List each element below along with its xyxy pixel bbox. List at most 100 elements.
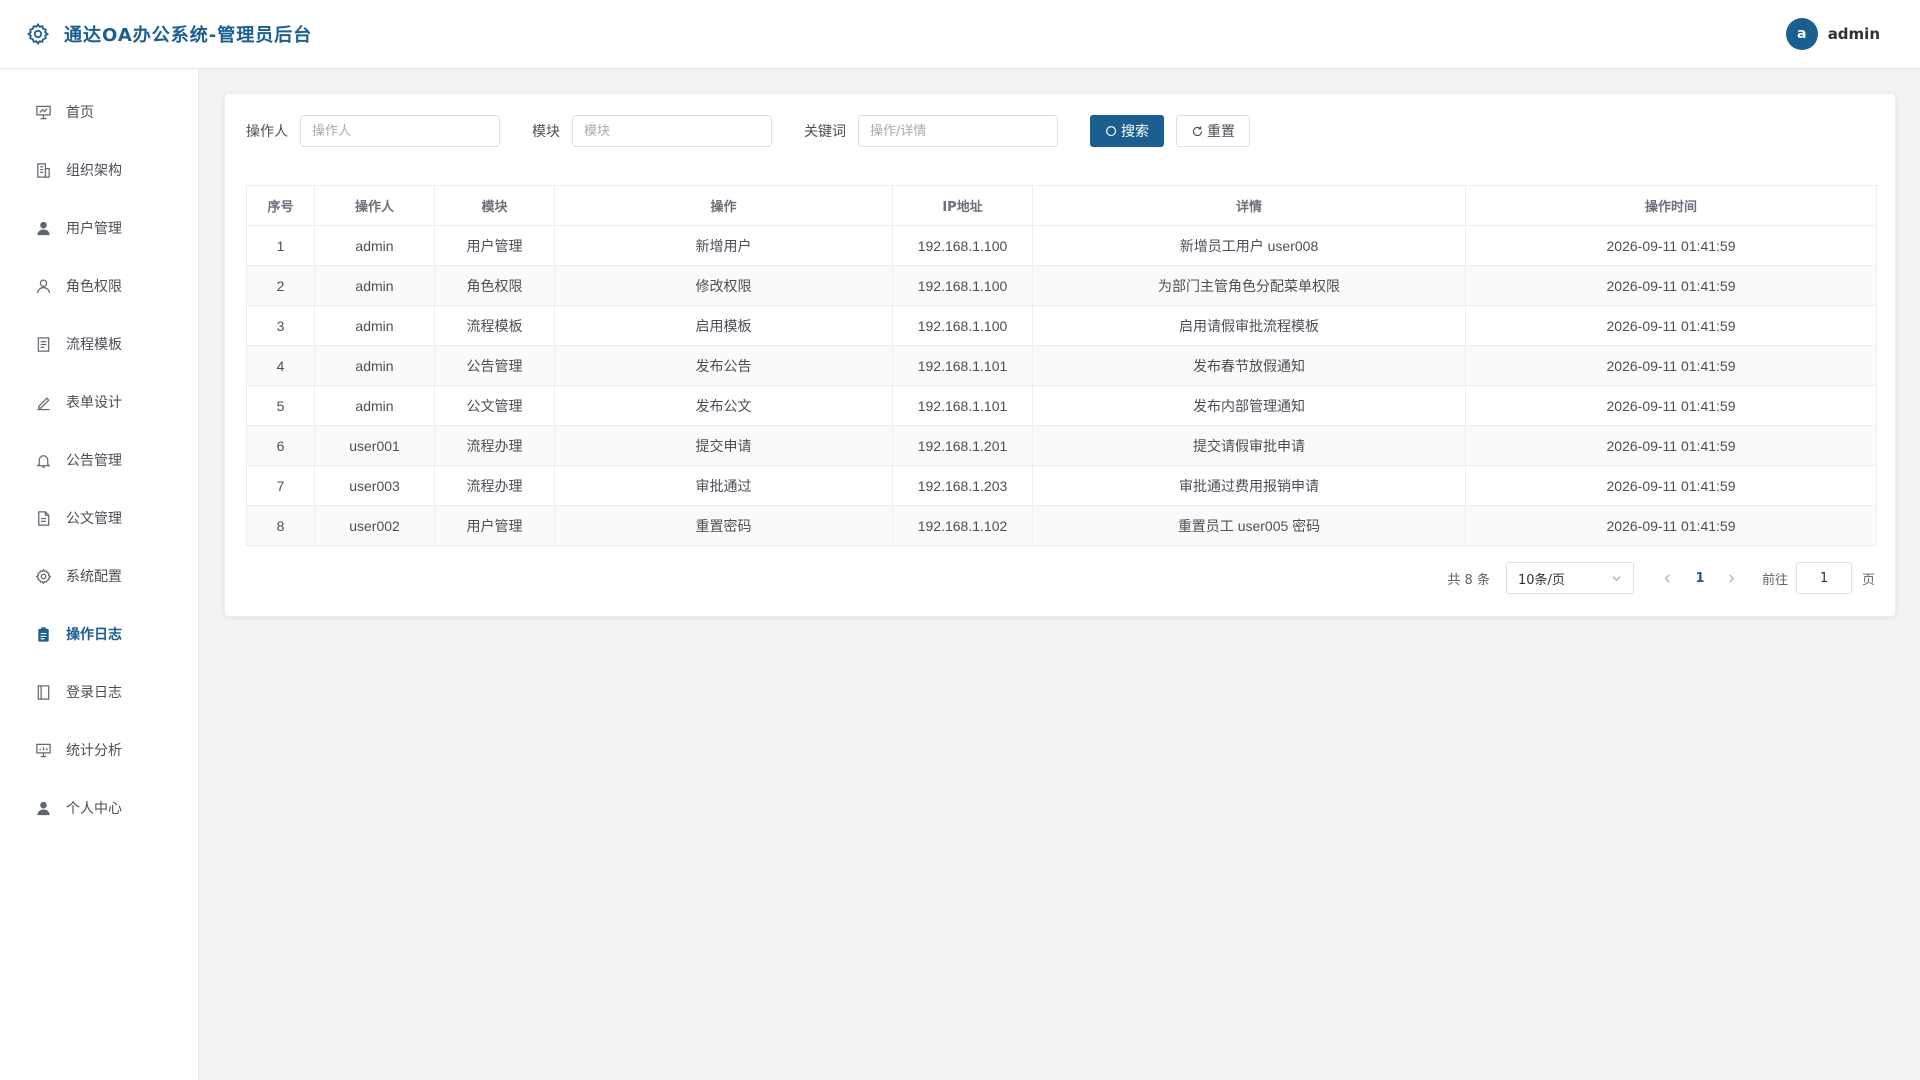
reset-button[interactable]: 重置: [1176, 115, 1250, 147]
sidebar-item-label: 个人中心: [66, 801, 122, 817]
table-cell: 启用请假审批流程模板: [1032, 305, 1466, 346]
operation-log-panel: 操作人 模块 关键词 搜索 重置 序号操作人模块操作IP地址详情操作时间: [224, 93, 1896, 617]
app-title: 通达OA办公系统-管理员后台: [64, 25, 313, 46]
table-cell: 为部门主管角色分配菜单权限: [1032, 265, 1466, 306]
user-filled-icon: [34, 219, 52, 237]
username[interactable]: admin: [1828, 25, 1880, 43]
search-icon: [1105, 125, 1118, 138]
module-input[interactable]: [572, 115, 772, 147]
table-cell: 重置员工 user005 密码: [1032, 505, 1466, 546]
table-cell: 3: [246, 305, 315, 346]
gear-icon: [24, 20, 52, 48]
table-cell: 2026-09-11 01:41:59: [1465, 345, 1877, 386]
table-cell: 2026-09-11 01:41:59: [1465, 505, 1877, 546]
sidebar-item-11[interactable]: 登录日志: [0, 663, 198, 721]
dashboard-icon: [34, 103, 52, 121]
sidebar-item-label: 操作日志: [66, 627, 122, 643]
sidebar-item-2[interactable]: 组织架构: [0, 141, 198, 199]
sidebar-item-13[interactable]: 个人中心: [0, 779, 198, 837]
sidebar-item-label: 角色权限: [66, 279, 122, 295]
avatar[interactable]: a: [1785, 18, 1818, 50]
table-cell: user001: [314, 425, 435, 466]
sidebar-item-label: 统计分析: [66, 743, 122, 759]
sidebar-item-label: 公告管理: [66, 453, 122, 469]
clipboard-icon: [34, 625, 52, 643]
page-number-current[interactable]: 1: [1684, 562, 1716, 594]
keyword-input[interactable]: [858, 115, 1058, 147]
table-cell: 192.168.1.203: [892, 465, 1033, 506]
operator-input[interactable]: [300, 115, 500, 147]
table-cell: 重置密码: [554, 505, 893, 546]
gear-icon: [34, 567, 52, 585]
column-header: 模块: [434, 185, 555, 226]
table-cell: 2026-09-11 01:41:59: [1465, 265, 1877, 306]
notebook-icon: [34, 683, 52, 701]
log-table-container: 序号 操作人 模块 操作 IP地址 详情 操作时间 1 admin 用户管理 新增用户 192.16…: [246, 185, 1877, 546]
sidebar-item-1[interactable]: 首页: [0, 83, 198, 141]
total-count: 共 8 条: [1447, 572, 1490, 588]
goto-page-input[interactable]: [1795, 562, 1852, 594]
edit-pen-icon: [34, 393, 52, 411]
column-header: IP地址: [892, 185, 1033, 226]
table-cell: 192.168.1.101: [892, 345, 1033, 386]
search-button-label: 搜索: [1121, 124, 1149, 140]
chevron-left-icon: [1665, 573, 1671, 583]
search-button[interactable]: 搜索: [1090, 115, 1164, 147]
sidebar-item-6[interactable]: 表单设计: [0, 373, 198, 431]
file-icon: [34, 509, 52, 527]
sidebar-item-3[interactable]: 用户管理: [0, 199, 198, 257]
table-row: 5 admin 公文管理 发布公文 192.168.1.101 发布内部管理通知 2026-…: [246, 385, 1877, 426]
prev-page-button[interactable]: [1658, 562, 1678, 594]
table-cell: user003: [314, 465, 435, 506]
sidebar-item-4[interactable]: 角色权限: [0, 257, 198, 315]
sidebar: 首页组织架构用户管理角色权限流程模板 表单设计公告管理公文管理系统配置操作日志登录…: [0, 69, 199, 1080]
sidebar-item-9[interactable]: 系统配置: [0, 547, 198, 605]
table-row: 6 user001 流程办理 提交申请 192.168.1.201 提交请假审批申请 202…: [246, 425, 1877, 466]
table-cell: 用户管理: [434, 505, 555, 546]
sidebar-item-5[interactable]: 流程模板: [0, 315, 198, 373]
table-cell: admin: [314, 265, 435, 306]
table-cell: admin: [314, 385, 435, 426]
table-cell: user002: [314, 505, 435, 546]
table-cell: 流程办理: [434, 425, 555, 466]
table-row: 3 admin 流程模板 启用模板 192.168.1.100 启用请假审批流程模板 202…: [246, 305, 1877, 346]
sidebar-item-label: 公文管理: [66, 511, 122, 527]
pagination: 共 8 条 10条/页 1 前往 页: [1447, 562, 1875, 594]
table-cell: 提交申请: [554, 425, 893, 466]
column-header: 序号: [246, 185, 315, 226]
table-cell: 发布公告: [554, 345, 893, 386]
user-menu[interactable]: a admin: [1785, 18, 1880, 50]
sidebar-item-12[interactable]: 统计分析: [0, 721, 198, 779]
table-cell: 192.168.1.100: [892, 225, 1033, 266]
next-page-button[interactable]: [1722, 562, 1742, 594]
table-cell: 新增员工用户 user008: [1032, 225, 1466, 266]
table-cell: 7: [246, 465, 315, 506]
table-row: 1 admin 用户管理 新增用户 192.168.1.100 新增员工用户 user00…: [246, 225, 1877, 266]
table-cell: 流程办理: [434, 465, 555, 506]
table-cell: 4: [246, 345, 315, 386]
table-cell: 2026-09-11 01:41:59: [1465, 385, 1877, 426]
table-row: 4 admin 公告管理 发布公告 192.168.1.101 发布春节放假通知 2026-…: [246, 345, 1877, 386]
table-cell: 2026-09-11 01:41:59: [1465, 425, 1877, 466]
table-cell: 192.168.1.102: [892, 505, 1033, 546]
sidebar-item-label: 组织架构: [66, 163, 122, 179]
table-cell: 192.168.1.101: [892, 385, 1033, 426]
sidebar-item-10[interactable]: 操作日志: [0, 605, 198, 663]
sidebar-item-7[interactable]: 公告管理: [0, 431, 198, 489]
table-cell: 192.168.1.201: [892, 425, 1033, 466]
table-row: 7 user003 流程办理 审批通过 192.168.1.203 审批通过费用报销申请 2…: [246, 465, 1877, 506]
table-cell: 修改权限: [554, 265, 893, 306]
table-cell: 新增用户: [554, 225, 893, 266]
brand: 通达OA办公系统-管理员后台: [24, 20, 312, 48]
column-header: 操作人: [314, 185, 435, 226]
table-cell: 2026-09-11 01:41:59: [1465, 225, 1877, 266]
sidebar-item-label: 登录日志: [66, 685, 122, 701]
presentation-chart-icon: [34, 741, 52, 759]
table-cell: 5: [246, 385, 315, 426]
table-cell: 2026-09-11 01:41:59: [1465, 465, 1877, 506]
table-cell: 2026-09-11 01:41:59: [1465, 305, 1877, 346]
sidebar-item-8[interactable]: 公文管理: [0, 489, 198, 547]
page-size-select[interactable]: 10条/页: [1505, 562, 1634, 594]
building-icon: [34, 161, 52, 179]
goto-label: 前往: [1761, 572, 1788, 588]
